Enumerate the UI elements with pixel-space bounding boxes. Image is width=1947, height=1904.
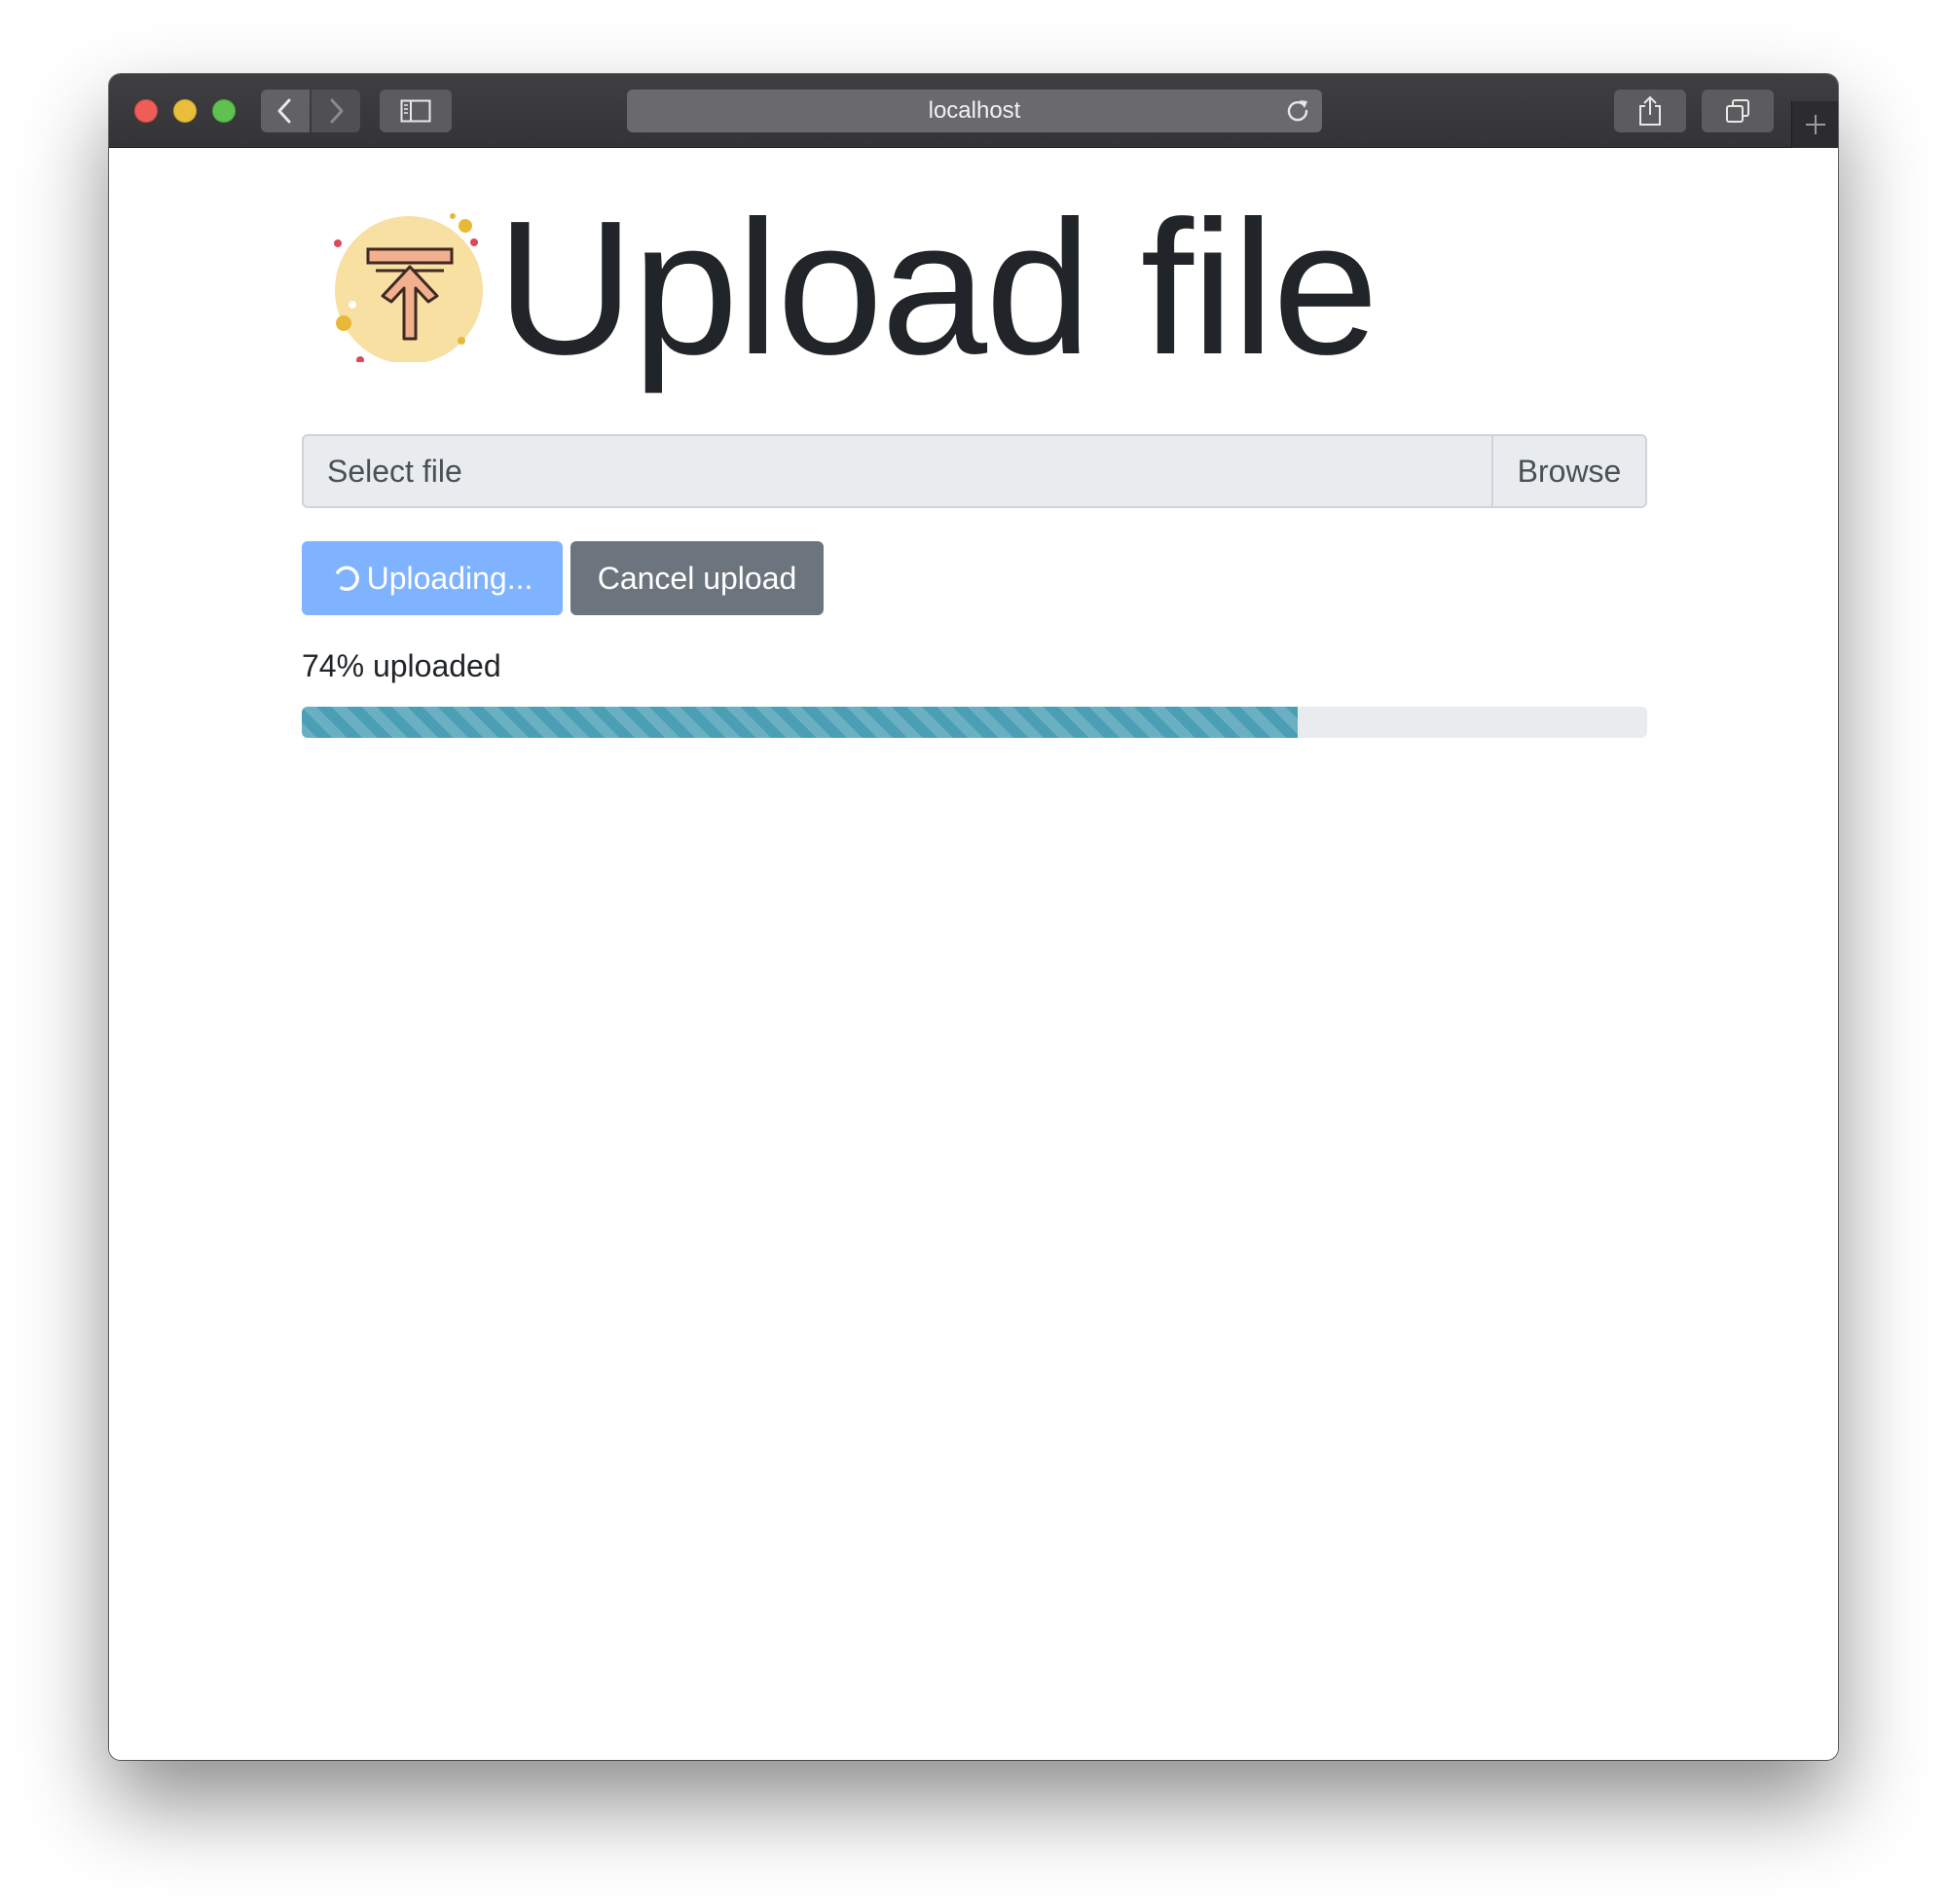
close-window-button[interactable] [134, 99, 158, 123]
progress-label: 74% uploaded [302, 648, 501, 683]
browse-button[interactable]: Browse [1491, 436, 1645, 506]
page-title: Upload file [496, 181, 1378, 394]
progress-track [302, 707, 1647, 738]
forward-button[interactable] [312, 90, 360, 132]
uploading-button[interactable]: Uploading... [302, 541, 563, 615]
address-bar[interactable]: localhost [627, 90, 1322, 132]
back-button[interactable] [261, 90, 310, 132]
file-input-placeholder: Select file [327, 454, 462, 489]
browser-toolbar: localhost [109, 74, 1838, 148]
zoom-window-button[interactable] [212, 99, 236, 123]
sidebar-toggle-button[interactable] [380, 90, 452, 132]
address-bar-url: localhost [928, 97, 1021, 124]
file-input[interactable]: Select file Browse [302, 434, 1647, 508]
spinner-icon [335, 566, 359, 591]
page-content: Upload file Select file Browse Uploading… [109, 148, 1838, 1760]
progress-bar [302, 707, 1298, 738]
cancel-upload-label: Cancel upload [597, 560, 797, 596]
tabs-icon [1726, 99, 1749, 123]
cancel-upload-button[interactable]: Cancel upload [570, 541, 824, 615]
browser-window: localhost Upload file Select file Browse… [109, 74, 1838, 1760]
sidebar-icon [400, 99, 431, 123]
chevron-right-icon [330, 98, 344, 124]
share-button[interactable] [1614, 90, 1686, 132]
share-icon [1639, 95, 1661, 126]
tabs-overview-button[interactable] [1702, 90, 1774, 132]
chevron-left-icon [277, 98, 291, 124]
uploading-button-label: Uploading... [366, 560, 533, 596]
reload-icon[interactable] [1283, 96, 1312, 126]
upload-arrow-icon [334, 213, 483, 362]
new-tab-button[interactable] [1791, 101, 1838, 148]
minimize-window-button[interactable] [173, 99, 197, 123]
plus-icon [1805, 115, 1825, 134]
